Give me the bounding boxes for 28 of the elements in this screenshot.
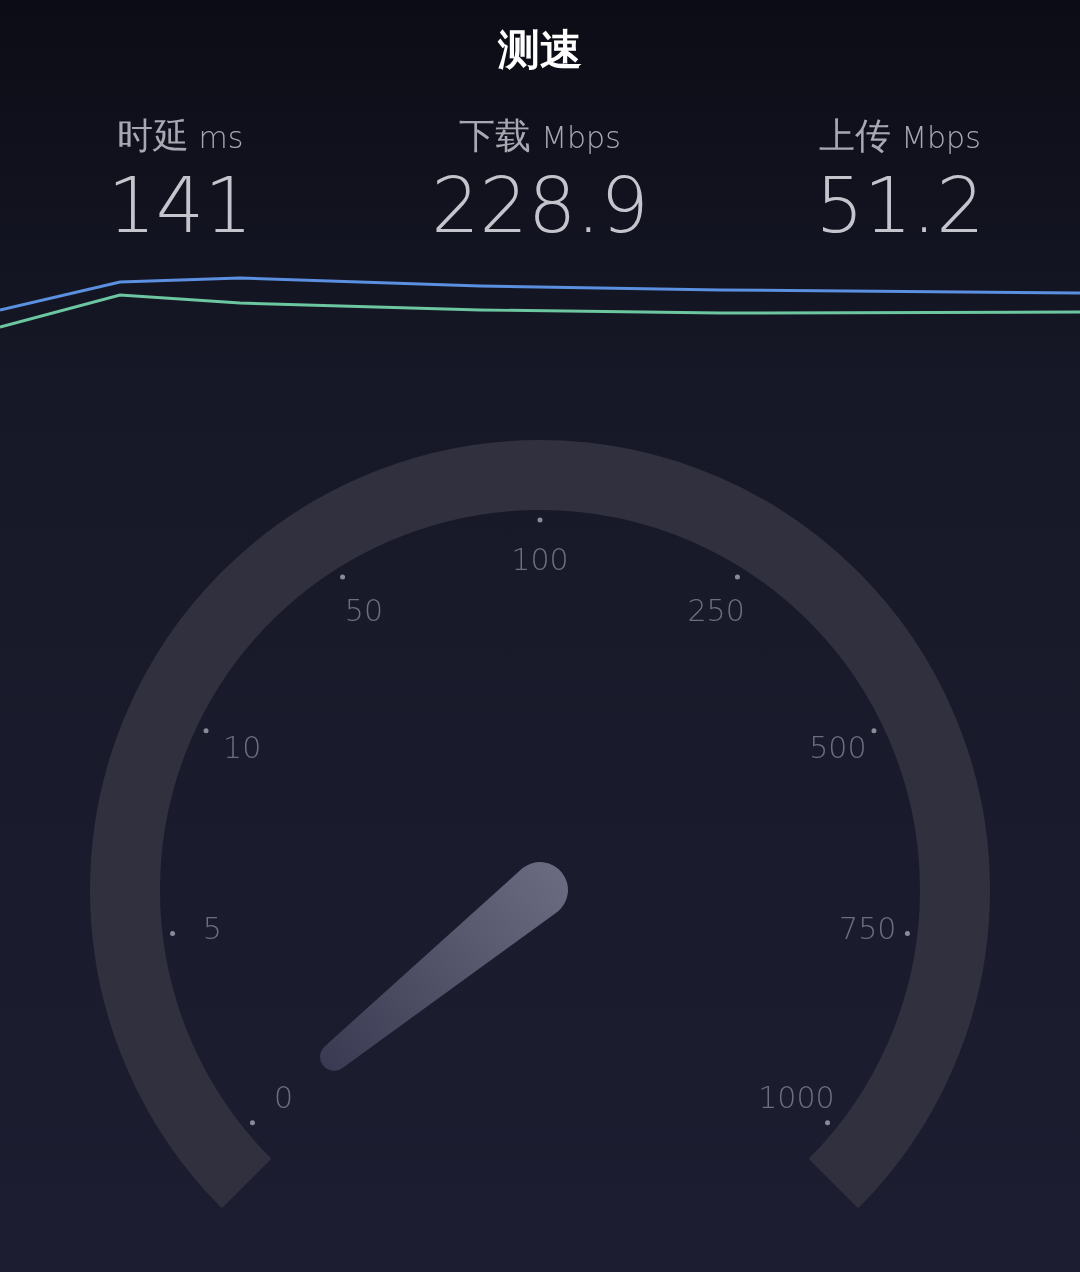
stat-label: 时延 [116,114,189,158]
stat-unit: ms [198,120,244,155]
tick-mark [734,574,740,580]
stat-unit: Mbps [541,120,621,155]
stat-value: 141 [107,161,253,251]
stat-unit: Mbps [901,120,981,155]
tick-label: 250 [687,592,745,628]
tick-label: 50 [344,592,383,628]
stat-label: 上传 [819,114,892,158]
tick-mark [170,931,176,936]
tick-mark [537,517,543,523]
tick-label: 0 [274,1079,294,1115]
stat-value: 228.9 [431,161,649,251]
tick-mark [871,728,877,734]
tick-mark [825,1120,831,1126]
tick-label: 1000 [758,1079,835,1115]
tick-label: 500 [809,729,867,765]
tick-label: 750 [839,910,897,946]
tick-mark [904,931,910,936]
screen-title: 测速 [497,24,583,76]
tick-mark [249,1120,255,1126]
tick-label: 100 [511,542,569,577]
tick-label: 10 [223,729,262,765]
stat-value: 51.2 [815,161,985,251]
tick-mark [203,728,209,734]
tick-mark [340,574,346,580]
tick-label: 5 [202,910,222,946]
stat-label: 下载 [459,114,532,158]
